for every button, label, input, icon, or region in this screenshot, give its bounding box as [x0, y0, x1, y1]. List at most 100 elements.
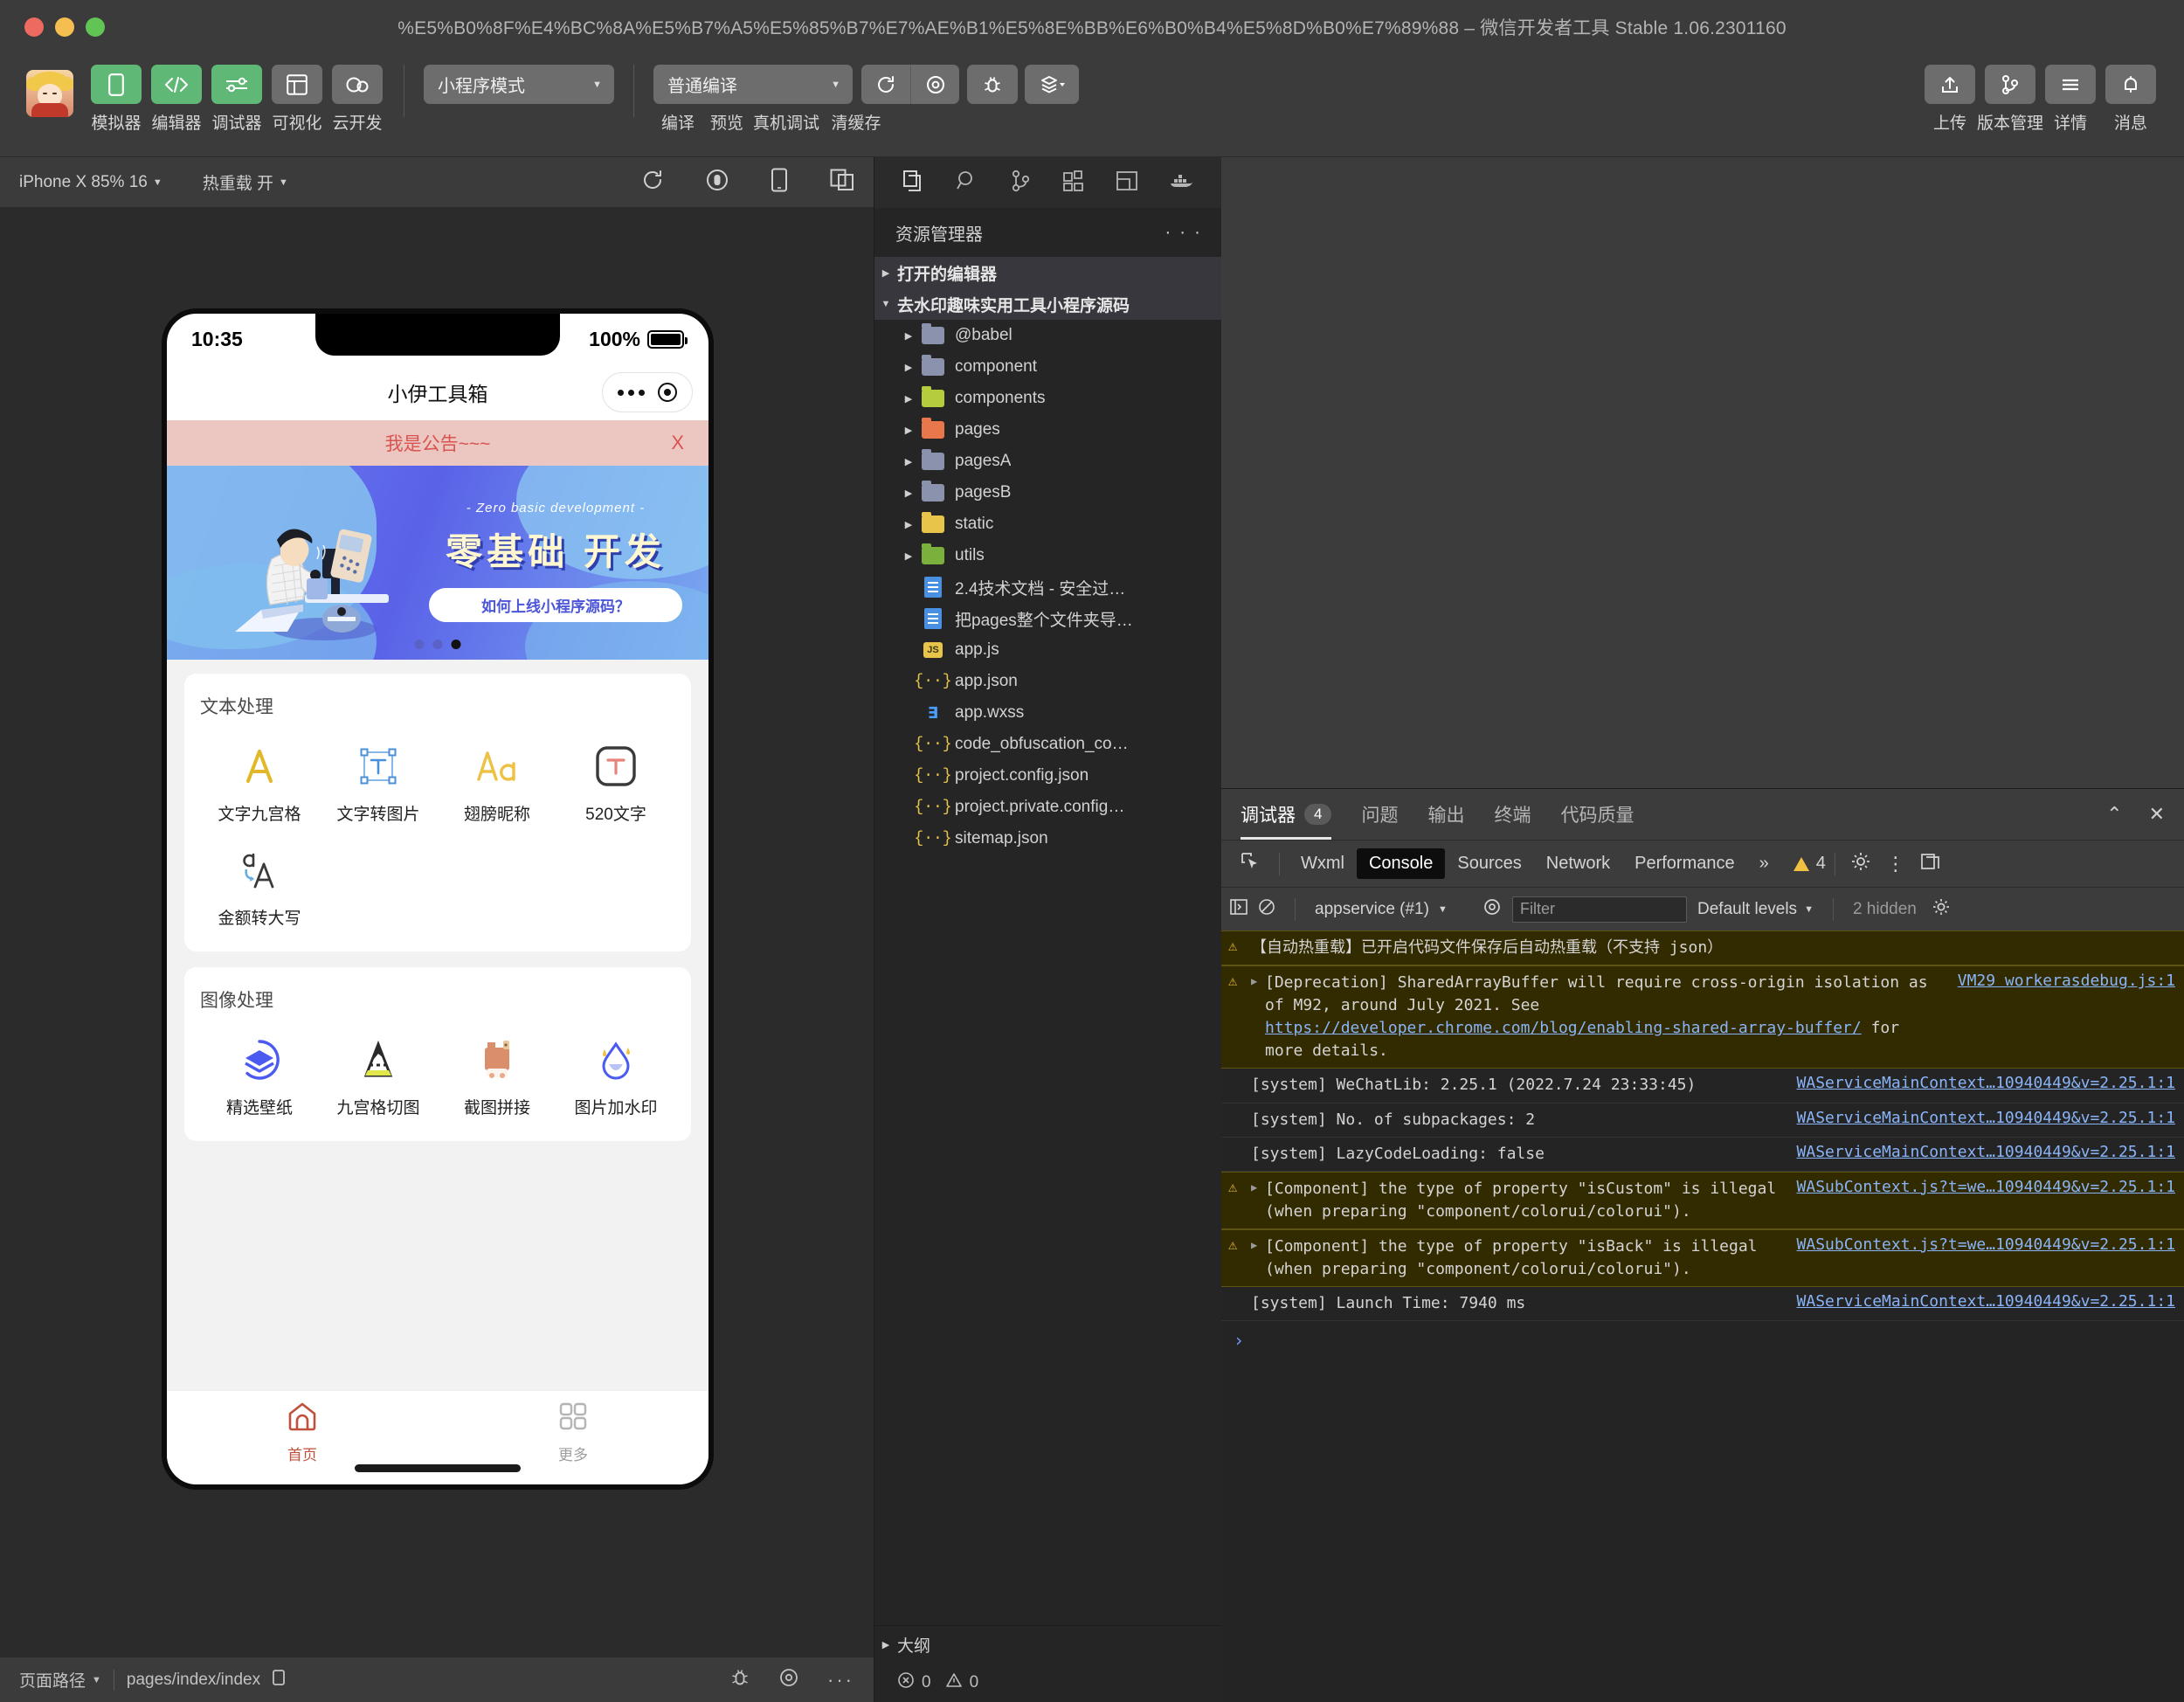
toolbar-button-cloud[interactable]: 云开发: [330, 65, 384, 134]
source-control-icon[interactable]: [1009, 170, 1032, 197]
toolbar-button-visualization[interactable]: 可视化: [270, 65, 324, 134]
collapse-icon[interactable]: ⌃: [2106, 803, 2122, 826]
expand-arrow-icon[interactable]: ▶: [1251, 1235, 1265, 1251]
cdt-overflow-button[interactable]: »: [1747, 848, 1781, 879]
user-avatar[interactable]: [26, 70, 73, 117]
console-sidebar-icon[interactable]: [1230, 898, 1248, 921]
rotate-icon[interactable]: [641, 169, 664, 197]
tree-item-app-js[interactable]: ▶ JS app.js: [874, 634, 1221, 666]
expand-arrow-icon[interactable]: ▶: [1251, 972, 1265, 987]
tree-item-sitemap-json[interactable]: ▶ {··} sitemap.json: [874, 823, 1221, 854]
toolbar-button-messages[interactable]: 消息: [2104, 65, 2158, 134]
tree-item-babel[interactable]: ▶ @babel: [874, 320, 1221, 351]
preview-eye-icon[interactable]: [910, 65, 959, 104]
more-dots-icon[interactable]: [618, 389, 646, 396]
tree-item-doc-1[interactable]: ▶ 2.4技术文档 - 安全过…: [874, 571, 1221, 603]
error-icon[interactable]: [897, 1671, 915, 1694]
tree-item-app-json[interactable]: ▶ {··} app.json: [874, 666, 1221, 697]
toolbar-button-simulator[interactable]: 模拟器: [89, 65, 143, 134]
tree-item-pages[interactable]: ▶ pages: [874, 414, 1221, 446]
dock-icon[interactable]: [1914, 852, 1947, 876]
editor-area[interactable]: [1221, 157, 2184, 788]
tree-item-project-private-config[interactable]: ▶ {··} project.private.config…: [874, 792, 1221, 823]
devtools-tab-debugger[interactable]: 调试器 4: [1241, 789, 1332, 840]
more-icon[interactable]: ···: [827, 1669, 854, 1692]
console-settings-icon[interactable]: [1932, 898, 1950, 921]
console-message[interactable]: [system] Launch Time: 7940 ms WAServiceM…: [1221, 1287, 2184, 1322]
toolbar-button-upload[interactable]: 上传: [1923, 65, 1977, 134]
tool-item-520-text[interactable]: 520文字: [556, 742, 675, 825]
tool-item-amount-uppercase[interactable]: 金额转大写: [200, 846, 319, 929]
console-levels-select[interactable]: Default levels ▼: [1697, 900, 1814, 919]
cdt-tab-performance[interactable]: Performance: [1622, 848, 1747, 879]
tool-item-screenshot-stitch[interactable]: 截图拼接: [438, 1035, 556, 1118]
toolbar-button-version-control[interactable]: 版本管理: [1977, 65, 2043, 134]
tree-item-code-obfuscation[interactable]: ▶ {··} code_obfuscation_co…: [874, 729, 1221, 760]
toolbar-button-realdevice-debug[interactable]: [967, 65, 1018, 104]
tabbar-item-home[interactable]: 首页: [167, 1400, 438, 1464]
tree-item-pagesB[interactable]: ▶ pagesB: [874, 477, 1221, 509]
cdt-tab-console[interactable]: Console: [1356, 848, 1446, 879]
tool-item-wallpaper[interactable]: 精选壁纸: [200, 1035, 319, 1118]
tree-item-app-wxss[interactable]: ▶ ∃ app.wxss: [874, 697, 1221, 729]
toolbar-button-details[interactable]: 详情: [2043, 65, 2098, 134]
console-log-list[interactable]: ⚠ 【自动热重载】已开启代码文件保存后自动热重载（不支持 json） ⚠ ▶ […: [1221, 931, 2184, 1702]
live-expression-icon[interactable]: [1482, 897, 1502, 922]
console-message[interactable]: [system] LazyCodeLoading: false WAServic…: [1221, 1138, 2184, 1172]
cdt-tab-wxml[interactable]: Wxml: [1289, 848, 1357, 879]
tabbar-item-more[interactable]: 更多: [438, 1400, 708, 1464]
tool-item-watermark[interactable]: 图片加水印: [556, 1035, 675, 1118]
eye-icon[interactable]: [778, 1667, 799, 1693]
console-message[interactable]: ⚠ ▶ [Component] the type of property "is…: [1221, 1171, 2184, 1229]
tree-item-components[interactable]: ▶ components: [874, 383, 1221, 414]
toolbar-button-debugger[interactable]: 调试器: [210, 65, 264, 134]
tree-section-project-root[interactable]: ▼ 去水印趣味实用工具小程序源码: [874, 288, 1221, 320]
console-inline-link[interactable]: https://developer.chrome.com/blog/enabli…: [1265, 1019, 1862, 1037]
mode-select[interactable]: 小程序模式 ▼: [424, 65, 614, 104]
console-context-select[interactable]: appservice (#1) ▼: [1315, 900, 1472, 919]
tree-item-doc-2[interactable]: ▶ 把pages整个文件夹导…: [874, 603, 1221, 634]
toolbar-button-clear-cache[interactable]: [1025, 65, 1079, 104]
multi-window-icon[interactable]: [830, 169, 854, 197]
carousel-dot-1[interactable]: [414, 640, 425, 649]
cdt-tab-sources[interactable]: Sources: [1445, 848, 1533, 879]
console-input-prompt[interactable]: ›: [1221, 1321, 2184, 1360]
console-filter-input[interactable]: Filter: [1512, 896, 1687, 923]
refresh-icon[interactable]: [861, 65, 910, 104]
close-icon[interactable]: ✕: [2149, 803, 2165, 826]
console-source-link[interactable]: WASubContext.js?t=we…10940449&v=2.25.1:1: [1797, 1178, 2175, 1196]
files-icon[interactable]: [902, 170, 925, 197]
console-source-link[interactable]: WAServiceMainContext…10940449&v=2.25.1:1: [1797, 1292, 2175, 1311]
console-source-link[interactable]: WAServiceMainContext…10940449&v=2.25.1:1: [1797, 1143, 2175, 1161]
kebab-menu-icon[interactable]: ⋮: [1877, 854, 1914, 873]
tool-item-text-grid[interactable]: 文字九宫格: [200, 742, 319, 825]
console-message[interactable]: [system] No. of subpackages: 2 WAService…: [1221, 1104, 2184, 1138]
cdt-tab-network[interactable]: Network: [1534, 848, 1622, 879]
outline-section[interactable]: ▶ 大纲: [874, 1625, 1221, 1664]
tree-item-component[interactable]: ▶ component: [874, 351, 1221, 383]
console-message[interactable]: ⚠ 【自动热重载】已开启代码文件保存后自动热重载（不支持 json）: [1221, 931, 2184, 966]
banner-cta-button[interactable]: 如何上线小程序源码？: [429, 588, 682, 622]
mp-content-scroll[interactable]: 文本处理 文字九宫格 文字转图片 翅膀昵称 520文字 金额转大写 图像处理 精…: [167, 660, 708, 1390]
compile-select[interactable]: 普通编译 ▼: [653, 65, 853, 104]
tree-section-open-editors[interactable]: ▶ 打开的编辑器: [874, 257, 1221, 288]
bug-icon[interactable]: [729, 1667, 750, 1693]
warning-icon[interactable]: [945, 1671, 963, 1694]
hot-reload-select[interactable]: 热重载 开 ▼: [203, 170, 288, 194]
console-source-link[interactable]: VM29 workerasdebug.js:1: [1958, 972, 2175, 990]
console-message[interactable]: ⚠ ▶ [Deprecation] SharedArrayBuffer will…: [1221, 965, 2184, 1069]
console-message[interactable]: ⚠ ▶ [Component] the type of property "is…: [1221, 1228, 2184, 1288]
devtools-tab-code-quality[interactable]: 代码质量: [1560, 789, 1634, 840]
carousel-dot-3[interactable]: [451, 640, 461, 649]
device-select[interactable]: iPhone X 85% 16 ▼: [19, 173, 162, 192]
devtools-tab-output[interactable]: 输出: [1427, 789, 1464, 840]
tree-item-pagesA[interactable]: ▶ pagesA: [874, 446, 1221, 477]
clear-console-icon[interactable]: [1258, 898, 1275, 921]
wechat-capsule[interactable]: [602, 372, 693, 412]
copy-icon[interactable]: [271, 1668, 288, 1692]
devtools-tab-problems[interactable]: 问题: [1361, 789, 1398, 840]
expand-arrow-icon[interactable]: ▶: [1251, 1178, 1265, 1193]
tool-item-grid-crop[interactable]: 九宫格切图: [319, 1035, 438, 1118]
device-icon[interactable]: [771, 168, 788, 197]
settings-gear-icon[interactable]: [1844, 852, 1877, 876]
